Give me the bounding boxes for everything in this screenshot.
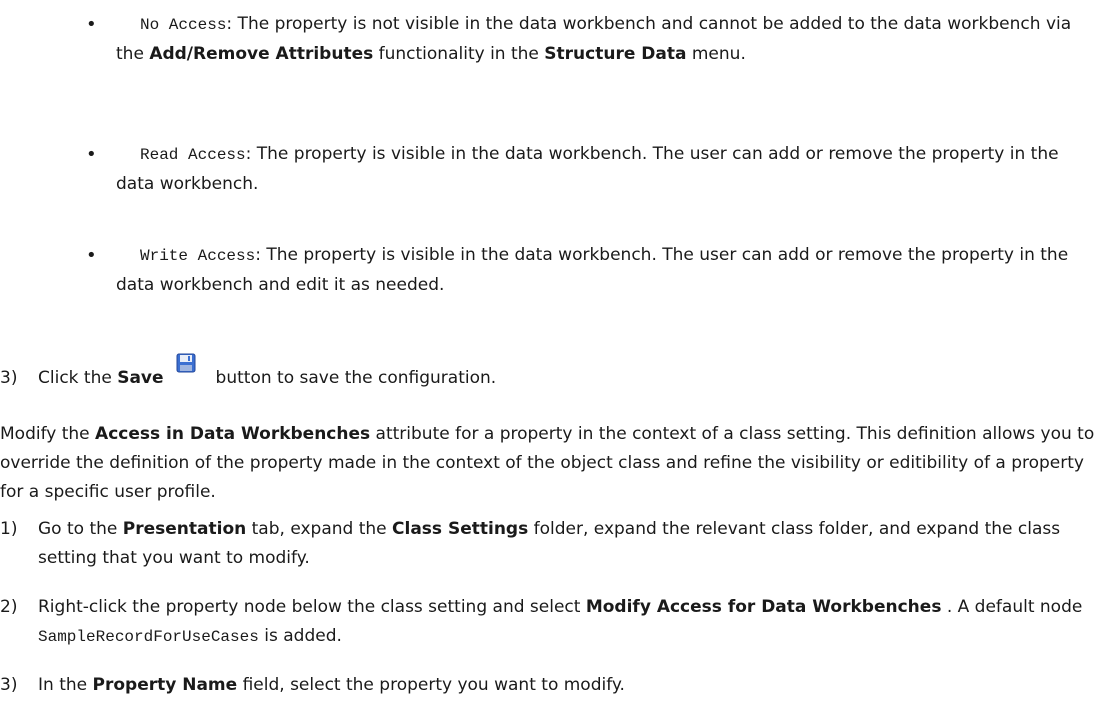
code-read-access: Read Access	[140, 146, 246, 164]
code-no-access: No Access	[140, 16, 227, 34]
bullet-text: Write Access: The property is visible in…	[116, 245, 1069, 295]
bold-access-in-data-workbenches: Access in Data Workbenches	[95, 424, 371, 444]
bullet-dot: •	[86, 144, 97, 165]
step-number: 3)	[0, 675, 18, 695]
code-sample-record: SampleRecordForUseCases	[38, 628, 259, 646]
step-number: 3)	[0, 368, 18, 388]
bold-property-name: Property Name	[92, 675, 238, 695]
bullet-text: No Access: The property is not visible i…	[116, 14, 1072, 64]
bold-save: Save	[117, 368, 164, 388]
bold-presentation: Presentation	[122, 519, 247, 539]
bullet-dot: •	[86, 245, 97, 266]
step-text: Click the Save button to save the configu…	[38, 353, 1098, 393]
step-number: 1)	[0, 519, 18, 539]
step-text: In the Property Name field, select the p…	[38, 675, 625, 695]
bullet-text: Read Access: The property is visible in …	[116, 144, 1059, 194]
bold-modify-access: Modify Access for Data Workbenches	[585, 597, 942, 617]
bold-add-remove-attributes: Add/Remove Attributes	[149, 44, 374, 64]
bold-structure-data: Structure Data	[544, 44, 687, 64]
bullet-dot: •	[86, 14, 97, 35]
intro-paragraph: Modify the Access in Data Workbenches at…	[0, 424, 1095, 502]
code-write-access: Write Access	[140, 247, 256, 265]
step-text: Go to the Presentation tab, expand the C…	[38, 519, 1061, 568]
step-text: Right-click the property node below the …	[38, 597, 1083, 646]
bold-class-settings: Class Settings	[392, 519, 529, 539]
floppy-disk-icon	[176, 353, 196, 373]
step-number: 2)	[0, 597, 18, 617]
